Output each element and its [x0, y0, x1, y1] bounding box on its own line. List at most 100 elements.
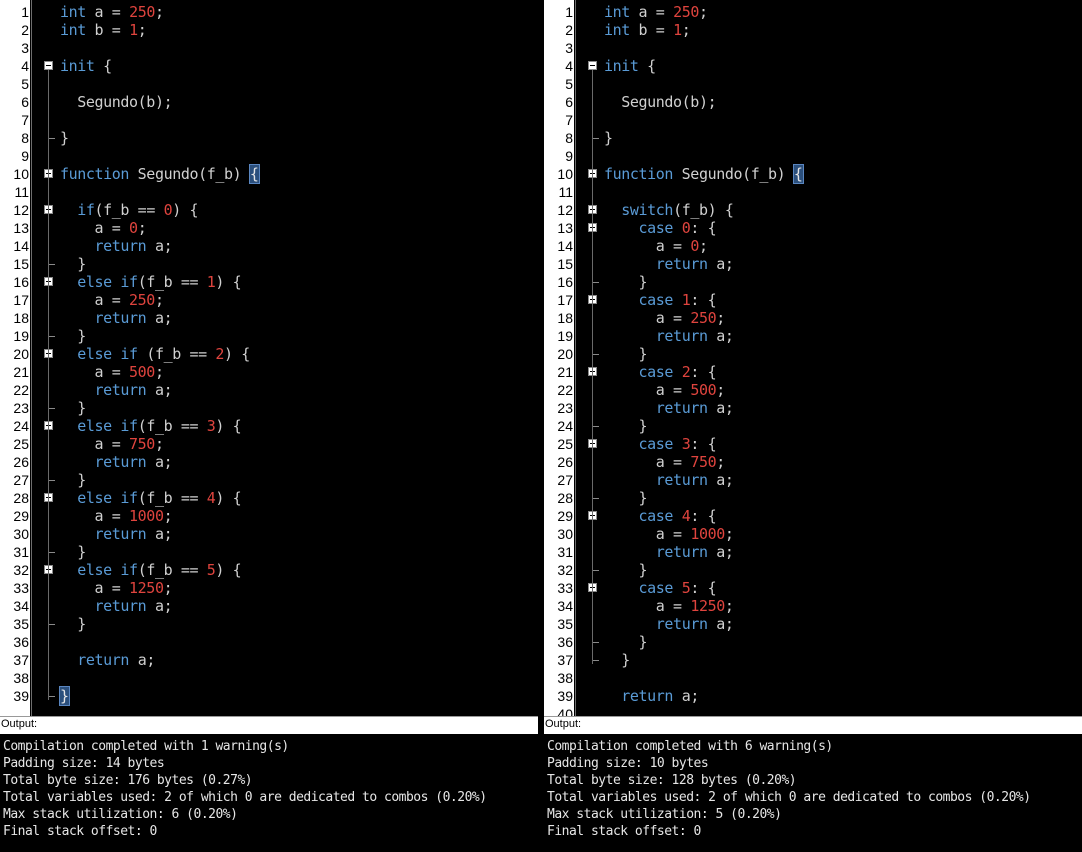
fold-end-marker — [48, 688, 55, 697]
code-token: : { — [690, 435, 717, 453]
line-number: 40 — [557, 706, 573, 716]
code-text: init { — [60, 57, 112, 75]
line-number: 34 — [557, 598, 573, 614]
line-number: 26 — [13, 454, 29, 470]
code-editor[interactable]: 1 int a = 250; 2 int b = 1; 3 4 init {5 6 Segun… — [0, 0, 538, 716]
code-line: 24 } — [544, 417, 1082, 435]
code-token: (f_b) { — [673, 201, 734, 219]
fold-toggle-icon[interactable] — [588, 61, 597, 70]
code-token: 1 — [673, 21, 682, 39]
code-text: return a; — [60, 525, 173, 543]
code-line: 38 — [0, 669, 538, 687]
code-token: return — [77, 651, 130, 669]
code-text: } — [604, 489, 648, 507]
line-number: 25 — [13, 436, 29, 452]
code-text: return a; — [60, 381, 173, 399]
code-text: return a; — [604, 327, 734, 345]
fold-end-marker — [48, 400, 55, 409]
line-number: 16 — [13, 274, 29, 290]
code-token: Segundo(b); — [60, 93, 173, 111]
code-text: a = 1250; — [60, 579, 173, 597]
line-number: 27 — [13, 472, 29, 488]
code-token: 0 — [163, 201, 173, 219]
code-line: 12 if(f_b == 0) { — [0, 201, 538, 219]
fold-end-marker — [592, 346, 599, 355]
code-token: case — [638, 219, 674, 237]
code-token: a = — [604, 309, 691, 327]
code-token: } — [604, 633, 648, 651]
code-token: int — [604, 3, 630, 21]
line-number: 29 — [13, 508, 29, 524]
code-text: case 2: { — [604, 363, 717, 381]
code-token: case — [638, 363, 674, 381]
code-token: : { — [690, 363, 717, 381]
code-line: 2 int b = 1; — [544, 21, 1082, 39]
fold-end-marker — [48, 616, 55, 625]
code-token: : { — [690, 219, 717, 237]
fold-end-marker — [592, 490, 599, 499]
code-text: else if(f_b == 3) { — [60, 417, 241, 435]
code-line: 38 — [544, 669, 1082, 687]
code-editor[interactable]: 1 int a = 250; 2 int b = 1; 3 4 init {5 6 Segun… — [544, 0, 1082, 716]
code-token: a = — [60, 435, 130, 453]
fold-end-marker — [48, 256, 55, 265]
line-number: 39 — [13, 688, 29, 704]
code-token: a = — [604, 453, 691, 471]
fold-end-marker — [48, 130, 55, 139]
code-text: else if (f_b == 2) { — [60, 345, 250, 363]
code-token: switch — [621, 201, 674, 219]
line-number: 29 — [557, 508, 573, 524]
line-number: 37 — [557, 652, 573, 668]
line-number: 31 — [13, 544, 29, 560]
output-line: Total byte size: 128 bytes (0.20%) — [547, 773, 797, 788]
code-line: 25 case 3: { — [544, 435, 1082, 453]
code-line: 21 a = 500; — [0, 363, 538, 381]
code-line: 9 — [544, 147, 1082, 165]
code-line: 31 } — [0, 543, 538, 561]
code-text: a = 1250; — [604, 597, 734, 615]
code-token: ; — [137, 219, 147, 237]
code-token: 1250 — [129, 579, 164, 597]
code-token: } — [604, 273, 648, 291]
code-line: 10 function Segundo(f_b) { — [0, 164, 538, 184]
fold-end-marker — [48, 544, 55, 553]
code-line: 19 return a; — [544, 327, 1082, 345]
fold-guide-line — [48, 70, 49, 700]
line-number: 24 — [557, 418, 573, 434]
code-text: if(f_b == 0) { — [60, 201, 198, 219]
code-text: a = 0; — [604, 237, 708, 255]
line-number: 3 — [565, 40, 573, 56]
code-text: case 1: { — [604, 291, 717, 309]
line-number: 32 — [13, 562, 29, 578]
code-line: 18 return a; — [0, 309, 538, 327]
line-number: 36 — [557, 634, 573, 650]
code-token: } — [60, 129, 69, 147]
code-token: } — [604, 129, 613, 147]
fold-toggle-icon[interactable] — [44, 61, 53, 70]
code-token: { — [248, 164, 260, 184]
fold-end-marker — [592, 130, 599, 139]
code-text: } — [604, 633, 648, 651]
code-token: 750 — [690, 453, 717, 471]
code-line: 39 return a; — [544, 687, 1082, 705]
code-token: } — [604, 561, 648, 579]
code-token: 250 — [129, 291, 155, 309]
code-line: 26 return a; — [0, 453, 538, 471]
code-line: 9 — [0, 147, 538, 165]
code-token: 1000 — [129, 507, 164, 525]
code-line: 1 int a = 250; — [0, 3, 538, 21]
line-number: 22 — [13, 382, 29, 398]
line-number: 11 — [14, 184, 29, 200]
code-token: else if — [77, 561, 138, 579]
code-token: ; — [716, 453, 725, 471]
output-label: Output: — [1, 718, 38, 730]
code-token: ) { — [224, 345, 250, 363]
code-token: : { — [690, 579, 717, 597]
code-token: a; — [129, 651, 156, 669]
